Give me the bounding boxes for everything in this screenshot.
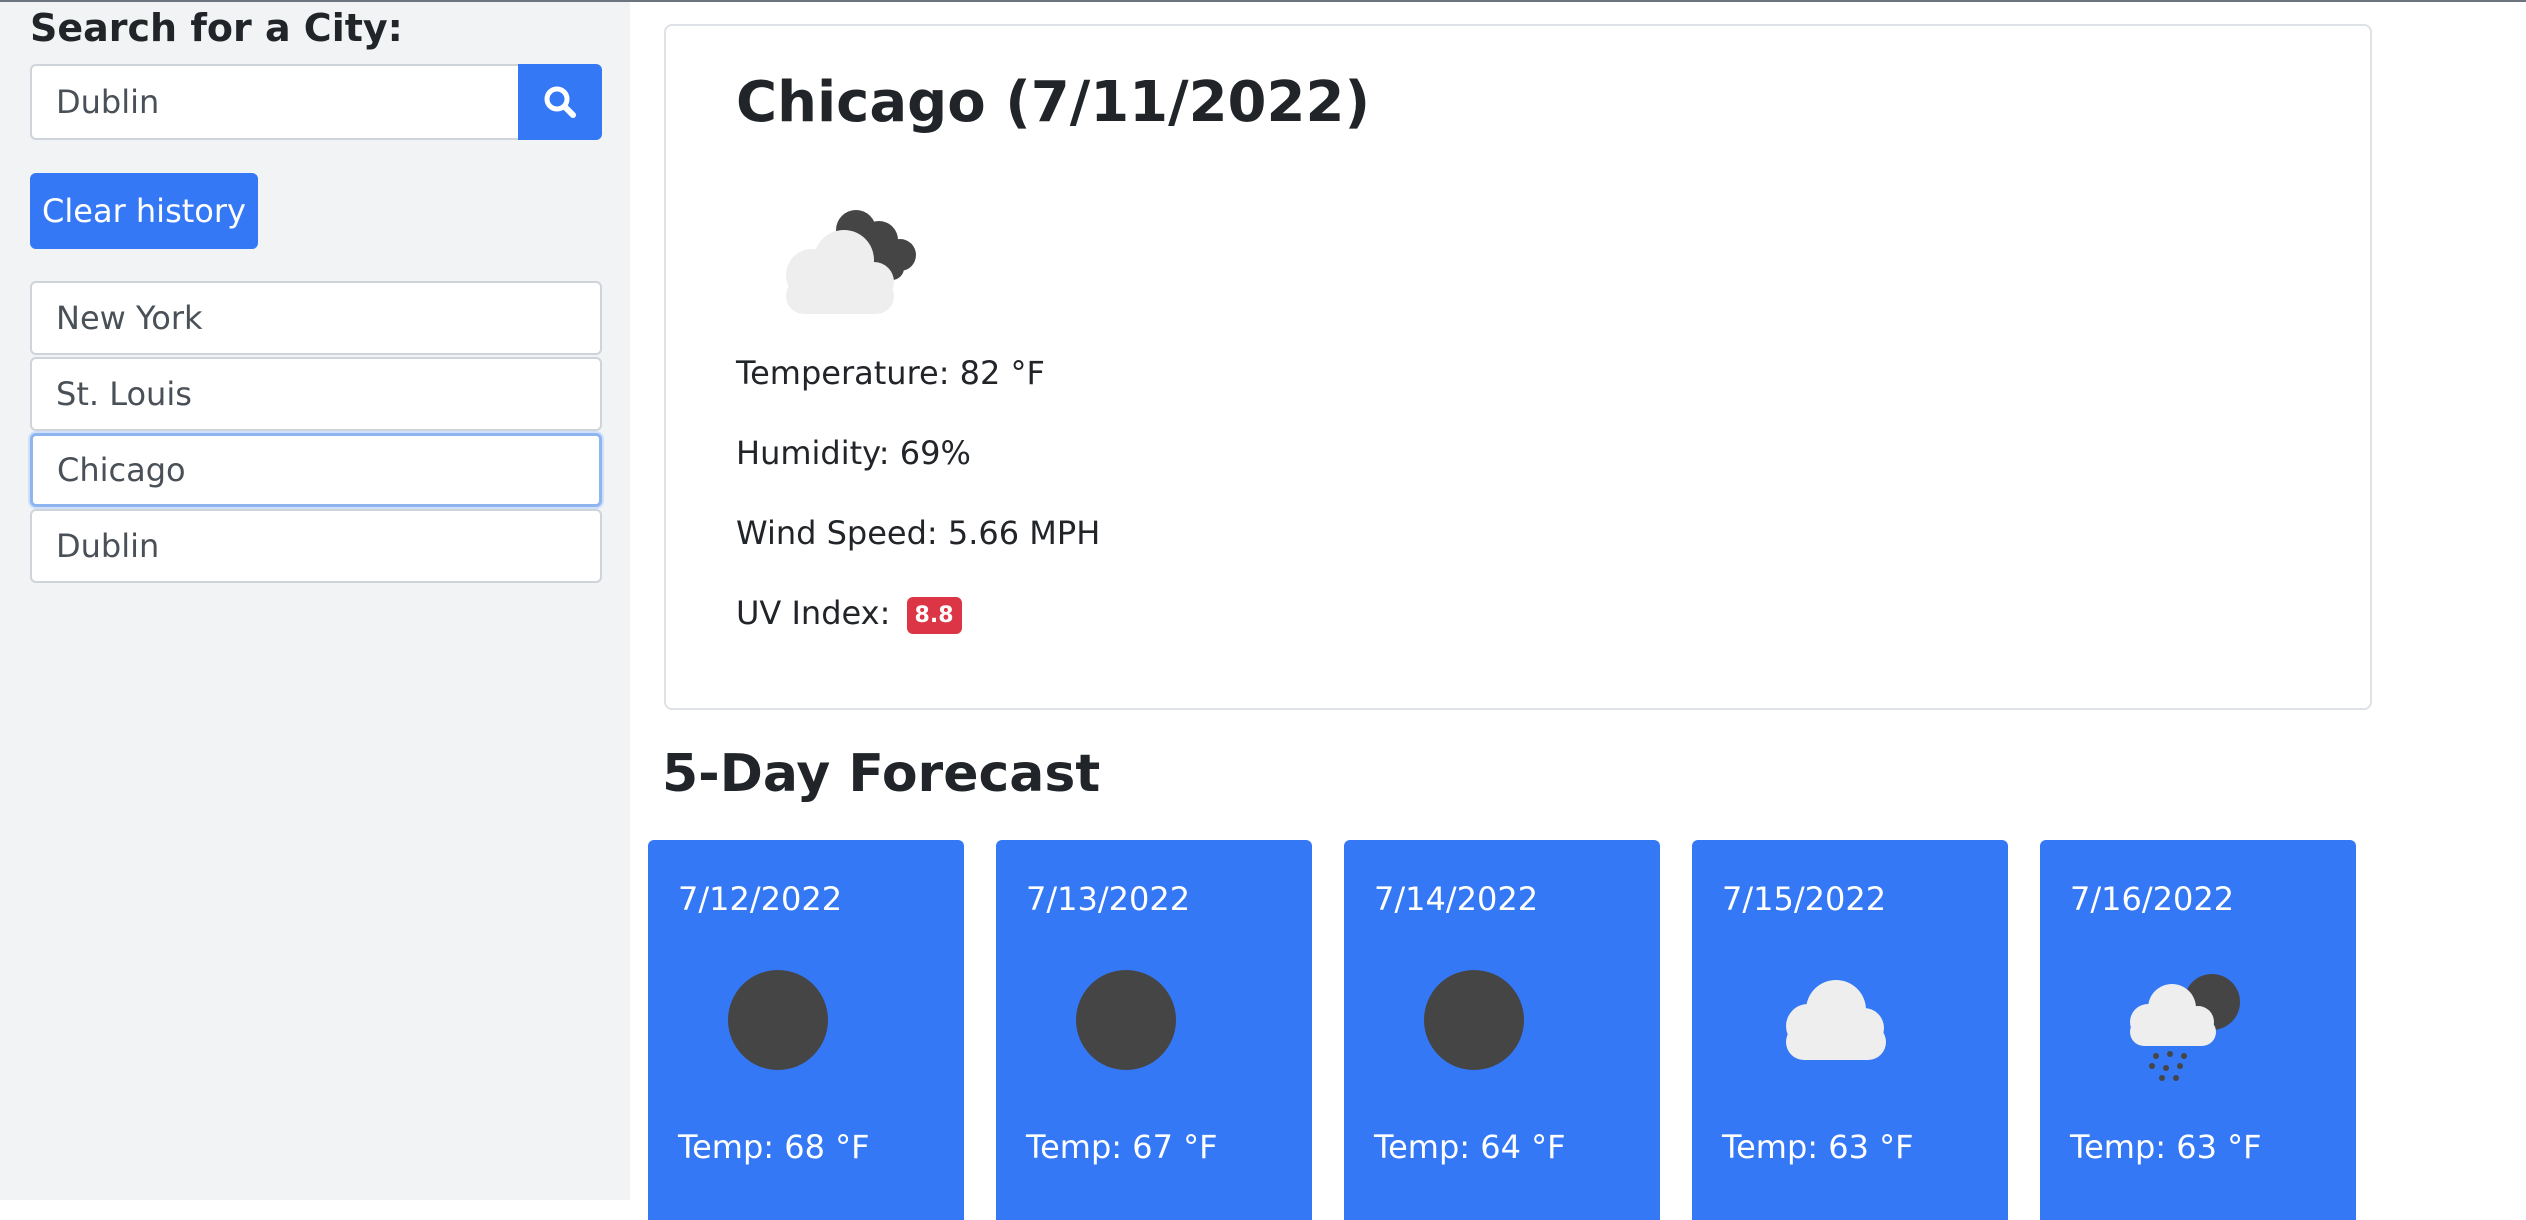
forecast-temp: Temp: 68 °F — [678, 1128, 870, 1166]
forecast-date: 7/14/2022 — [1374, 880, 1539, 918]
forecast-card: 7/15/2022 Temp: 63 °F — [1692, 840, 2008, 1220]
cloud-icon — [1766, 964, 1906, 1080]
clear-night-icon — [1418, 964, 1530, 1080]
uv-index-badge: 8.8 — [906, 596, 962, 634]
humidity-text: Humidity: 69% — [736, 434, 971, 472]
history-item-dublin[interactable]: Dublin — [30, 509, 602, 583]
forecast-card: 7/14/2022 Temp: 64 °F — [1344, 840, 1660, 1220]
forecast-card: 7/13/2022 Temp: 67 °F — [996, 840, 1312, 1220]
partly-cloudy-night-icon — [764, 200, 944, 334]
forecast-date: 7/12/2022 — [678, 880, 843, 918]
history-item-chicago[interactable]: Chicago — [30, 433, 602, 507]
forecast-temp: Temp: 64 °F — [1374, 1128, 1566, 1166]
search-button[interactable] — [518, 64, 602, 140]
history-item-st-louis[interactable]: St. Louis — [30, 357, 602, 431]
uv-index-row: UV Index: 8.8 — [736, 594, 962, 634]
search-input[interactable] — [30, 64, 518, 140]
forecast-date: 7/15/2022 — [1722, 880, 1887, 918]
forecast-temp: Temp: 63 °F — [1722, 1128, 1914, 1166]
forecast-date: 7/16/2022 — [2070, 880, 2235, 918]
search-icon — [544, 86, 576, 118]
forecast-temp: Temp: 63 °F — [2070, 1128, 2262, 1166]
wind-speed-text: Wind Speed: 5.66 MPH — [736, 514, 1101, 552]
search-heading: Search for a City: — [30, 6, 403, 50]
uv-index-label: UV Index: — [736, 594, 891, 632]
forecast-heading: 5-Day Forecast — [662, 744, 1101, 804]
forecast-card: 7/16/2022 Temp: 63 °F — [2040, 840, 2356, 1220]
clear-night-icon — [1070, 964, 1182, 1080]
clear-night-icon — [722, 964, 834, 1080]
temperature-text: Temperature: 82 °F — [736, 354, 1045, 392]
history-item-new-york[interactable]: New York — [30, 281, 602, 355]
forecast-temp: Temp: 67 °F — [1026, 1128, 1218, 1166]
history-list: New York St. Louis Chicago Dublin — [30, 281, 602, 585]
current-city-title: Chicago (7/11/2022) — [736, 70, 1371, 135]
sidebar: Search for a City: Clear history New Yor… — [0, 2, 630, 1200]
clear-history-button[interactable]: Clear history — [30, 173, 258, 249]
search-group — [30, 64, 602, 140]
current-weather-card: Chicago (7/11/2022) Temperature: 82 °F H… — [664, 24, 2372, 710]
forecast-card: 7/12/2022 Temp: 68 °F — [648, 840, 964, 1220]
forecast-date: 7/13/2022 — [1026, 880, 1191, 918]
rain-night-icon — [2114, 964, 2244, 1088]
forecast-row: 7/12/2022 Temp: 68 °F 7/13/2022 Temp: 67… — [648, 840, 2356, 1220]
